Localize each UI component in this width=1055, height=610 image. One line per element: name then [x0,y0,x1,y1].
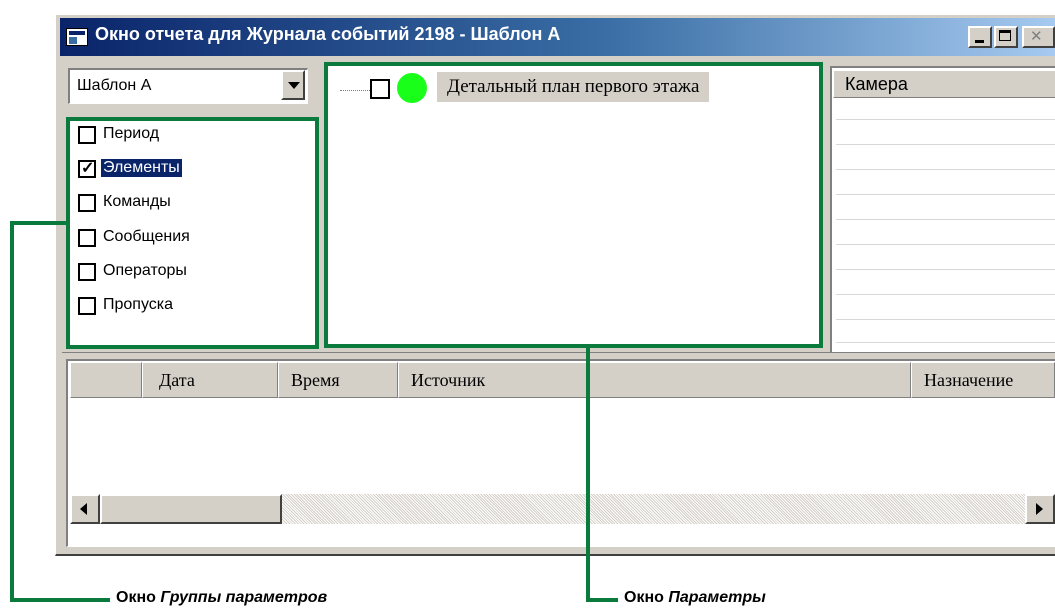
callout-prefix: Окно [116,589,161,606]
column-header-blank[interactable] [70,362,142,398]
tree-item-label[interactable]: Детальный план первого этажа [437,72,710,102]
close-button[interactable] [1022,26,1055,48]
group-item-label: Элементы [100,158,183,178]
list-row-divider [836,342,1055,343]
callout-line [10,598,110,602]
checkbox-checked[interactable] [78,158,96,178]
group-item-label: Команды [103,193,171,210]
group-item-label: Пропуска [103,296,174,313]
scroll-right-arrow-icon[interactable] [1025,494,1055,524]
callout-prefix: Окно [624,589,669,606]
camera-column-header-label: Камера [845,74,908,94]
list-row-divider [836,294,1055,295]
scrollbar-thumb[interactable] [100,494,282,524]
callout-name: Группы параметров [160,589,328,606]
list-row-divider [836,269,1055,270]
column-header-time[interactable]: Время [278,362,398,398]
app-icon [66,28,88,46]
list-row-divider [836,169,1055,170]
callout-line [10,221,66,225]
column-header-destination[interactable]: Назначение [911,362,1055,398]
checkbox[interactable] [78,194,96,212]
callout-groups-label: Окно Группы параметров [116,589,327,607]
list-row-divider [836,119,1055,120]
minimize-button[interactable] [968,26,992,48]
template-dropdown-value: Шаблон А [77,77,152,94]
callout-line [10,221,14,602]
list-row-divider [836,319,1055,320]
window-title: Окно отчета для Журнала событий 2198 - Ш… [95,24,561,44]
callout-params-label: Окно Параметры [624,589,766,607]
pane-splitter[interactable] [62,352,1055,358]
checkbox[interactable] [78,229,96,247]
list-row-divider [836,194,1055,195]
list-row-divider [836,219,1055,220]
group-item-label: Период [103,125,160,142]
list-row-divider [836,144,1055,145]
callout-line [586,348,590,602]
column-header-source[interactable]: Источник [398,362,911,398]
group-item-label: Сообщения [103,228,190,245]
callout-name: Параметры [668,589,766,606]
maximize-button[interactable] [994,26,1018,48]
tree-item-checkbox[interactable] [370,79,390,99]
dropdown-arrow-button[interactable] [281,70,305,100]
callout-line [586,598,618,602]
checkbox[interactable] [78,263,96,281]
column-header-date[interactable]: Дата [142,362,278,398]
checkbox[interactable] [78,297,96,315]
parameters-panel [324,62,823,348]
tree-connector [340,90,370,91]
status-green-icon [397,73,427,103]
list-row-divider [836,244,1055,245]
scroll-left-arrow-icon[interactable] [70,494,100,524]
camera-list[interactable] [830,66,1055,352]
checkbox[interactable] [78,126,96,144]
group-item-label: Операторы [103,262,187,279]
